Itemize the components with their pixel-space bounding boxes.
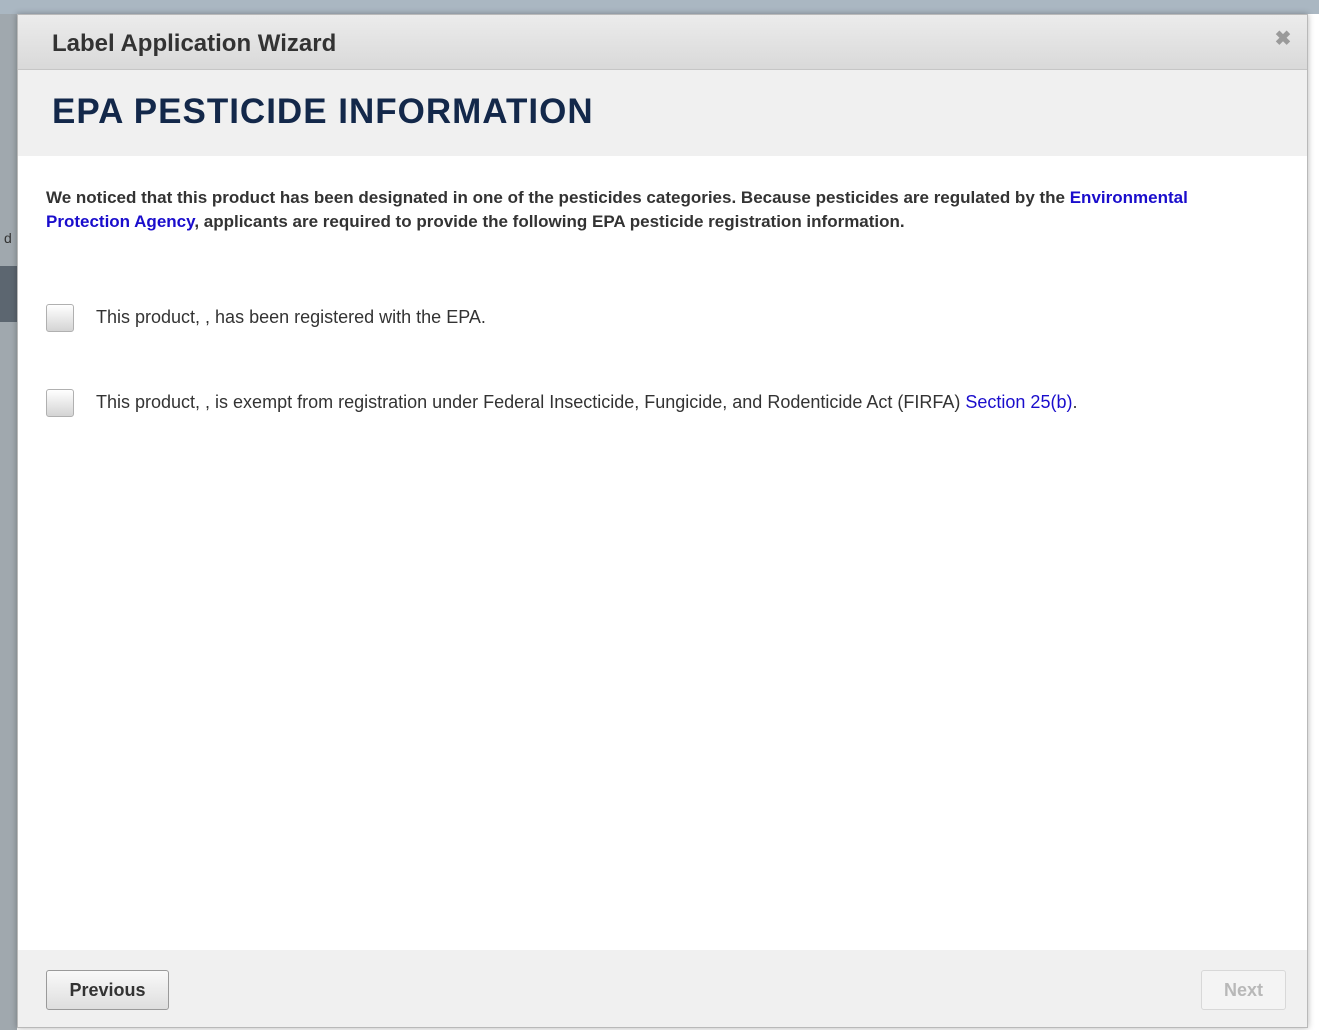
section-heading: EPA PESTICIDE INFORMATION: [52, 92, 594, 131]
previous-button[interactable]: Previous: [46, 970, 169, 1010]
registered-label: This product, , has been registered with…: [96, 307, 486, 327]
background-dark-block: [0, 266, 17, 322]
exempt-label: This product, , is exempt from registrat…: [96, 392, 1077, 413]
wizard-dialog: Label Application Wizard ✖ EPA PESTICIDE…: [17, 14, 1308, 1028]
option-registered: This product, , has been registered with…: [46, 304, 1286, 334]
option-exempt: This product, , is exempt from registrat…: [46, 389, 1286, 419]
next-button[interactable]: Next: [1201, 970, 1286, 1010]
section-25b-link[interactable]: Section 25(b): [965, 392, 1072, 412]
section-heading-band: EPA PESTICIDE INFORMATION: [18, 70, 1307, 156]
background-topbar: [0, 0, 1319, 14]
dialog-titlebar: Label Application Wizard ✖: [18, 15, 1307, 70]
close-icon[interactable]: ✖: [1273, 29, 1293, 49]
background-left-strip: d: [0, 14, 17, 1030]
exempt-checkbox[interactable]: [46, 389, 74, 417]
registered-checkbox[interactable]: [46, 304, 74, 332]
dialog-footer: Previous Next: [18, 950, 1307, 1027]
exempt-label-text: This product, , is exempt from registrat…: [96, 392, 966, 412]
intro-paragraph: We noticed that this product has been de…: [46, 186, 1246, 234]
dialog-title: Label Application Wizard: [52, 30, 337, 57]
intro-text-before: We noticed that this product has been de…: [46, 188, 1070, 207]
background-partial-text: d: [4, 230, 12, 246]
exempt-label-end: .: [1072, 392, 1078, 412]
intro-text-after: , applicants are required to provide the…: [194, 212, 905, 231]
